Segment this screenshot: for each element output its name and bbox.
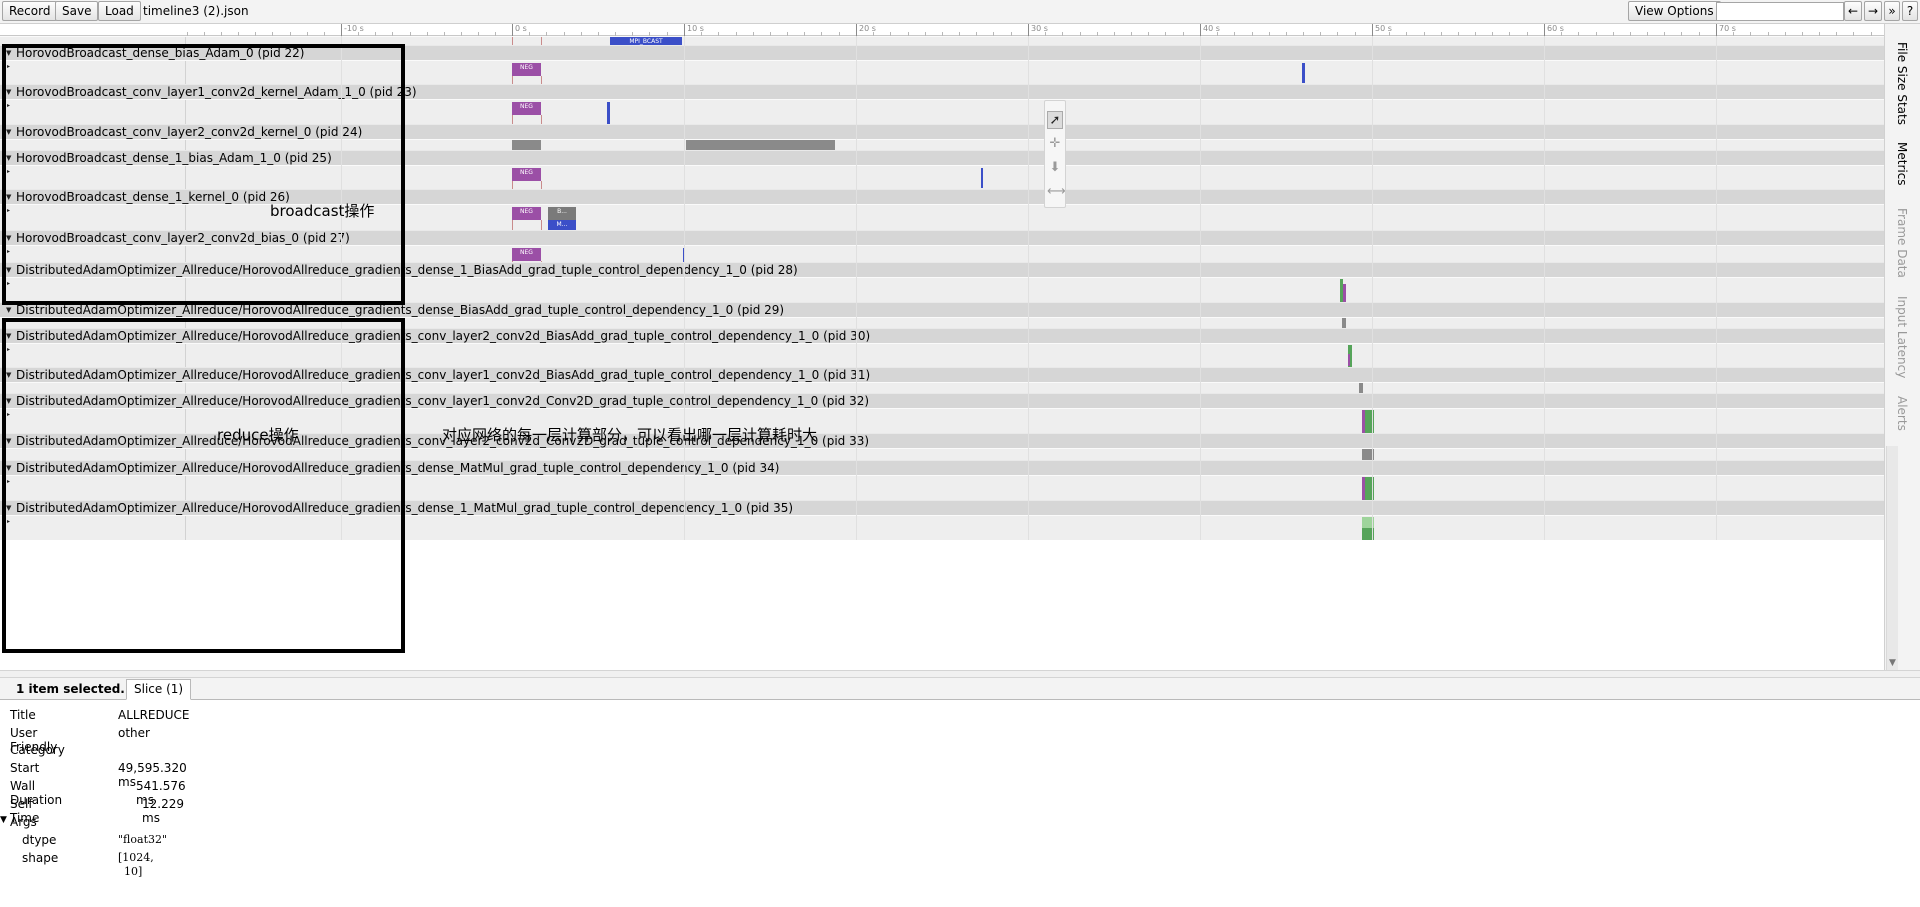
slice-neg[interactable]: NEG — [512, 63, 541, 76]
reduce-annotation-label: reduce操作 — [217, 426, 299, 444]
reduce-annotation-box — [2, 318, 405, 653]
slice-neg[interactable]: NEG — [512, 168, 541, 181]
side-tab-frame-data[interactable]: Frame Data — [1895, 208, 1909, 278]
more-button[interactable]: » — [1884, 1, 1900, 21]
ruler-tick — [1716, 24, 1717, 36]
selection-tool-icon[interactable]: ➚ — [1047, 111, 1063, 129]
scroll-down-arrow-icon[interactable]: ▼ — [1889, 658, 1896, 668]
broadcast-annotation-label: broadcast操作 — [270, 202, 375, 220]
grid-line — [684, 36, 685, 540]
side-tab-file-size-stats[interactable]: File Size Stats — [1895, 42, 1909, 125]
record-button[interactable]: Record — [2, 1, 58, 21]
slice-neg[interactable]: NEG — [512, 207, 541, 220]
pan-tool-icon[interactable]: ✛ — [1047, 135, 1063, 153]
ruler-tick-label: -10 s — [344, 24, 364, 33]
slice-neg[interactable]: NEG — [512, 248, 541, 261]
slice-allreduce[interactable] — [1343, 284, 1346, 302]
grid-line — [1372, 36, 1373, 540]
ruler-tick — [1544, 24, 1545, 36]
save-button[interactable]: Save — [55, 1, 99, 21]
ruler-tick — [1372, 24, 1373, 36]
prop-value: 10] — [124, 865, 143, 878]
slice-bcast[interactable] — [981, 168, 983, 188]
expand-triangle-icon[interactable]: ▼ — [0, 815, 7, 825]
find-next-button[interactable]: → — [1864, 1, 1882, 21]
ruler-tick — [856, 24, 857, 36]
side-tab-alerts[interactable]: Alerts — [1895, 396, 1909, 431]
prop-label: Start — [10, 761, 40, 775]
vertical-scrollbar[interactable] — [1886, 446, 1898, 670]
slice-neg[interactable]: NEG — [512, 102, 541, 115]
side-tab-metrics[interactable]: Metrics — [1895, 142, 1909, 186]
ruler-tick-label: 0 s — [515, 24, 527, 33]
mouse-mode-palette: ➚ ✛ ⬇ ⟷ — [1044, 100, 1066, 208]
slice-allreduce[interactable] — [1348, 354, 1350, 366]
grid-line — [1716, 36, 1717, 540]
prop-value[interactable]: ALLREDUCE — [118, 708, 189, 722]
ruler-tick — [1200, 24, 1201, 36]
prop-label: Args — [10, 815, 37, 829]
toolbar: Record Save Load timeline3 (2).json View… — [0, 0, 1920, 24]
prop-label: Title — [10, 708, 36, 722]
broadcast-annotation-box — [2, 44, 405, 305]
prop-label: dtype — [22, 833, 57, 847]
panel-splitter[interactable] — [0, 670, 1920, 678]
grid-line — [1544, 36, 1545, 540]
help-button[interactable]: ? — [1902, 1, 1918, 21]
search-input[interactable] — [1716, 2, 1844, 21]
analysis-tab-bar: 1 item selected. Slice (1) — [0, 678, 1920, 700]
tab-slice[interactable]: Slice (1) — [126, 679, 192, 700]
prop-value: "float32" — [118, 833, 168, 846]
prop-value: other — [118, 726, 150, 740]
prop-label: shape — [22, 851, 59, 865]
slice-allreduce[interactable] — [1362, 477, 1365, 500]
slice-bcast[interactable] — [1302, 63, 1305, 83]
grid-line — [856, 36, 857, 540]
prop-value: 12.229 ms — [142, 797, 184, 825]
slice-bcast[interactable] — [607, 102, 610, 124]
grid-line — [1028, 36, 1029, 540]
slice-mpi-bcast[interactable]: MPI_BCAST — [610, 37, 682, 45]
ruler-tick — [1028, 24, 1029, 36]
ruler-tick — [512, 24, 513, 36]
view-options-button[interactable]: View Options — [1628, 1, 1721, 21]
prop-value: [1024, — [118, 851, 154, 864]
zoom-tool-icon[interactable]: ⬇ — [1047, 159, 1063, 177]
grid-line — [1200, 36, 1201, 540]
ruler-tick — [684, 24, 685, 36]
process-title: DistributedAdamOptimizer_Allreduce/Horov… — [16, 303, 785, 317]
file-title: timeline3 (2).json — [143, 4, 249, 18]
side-tab-input-latency[interactable]: Input Latency — [1895, 296, 1909, 378]
time-ruler[interactable]: -10 s 0 s 10 s 20 s 30 s 40 s 50 s 60 s … — [0, 24, 1884, 36]
ruler-tick — [341, 24, 342, 36]
compute-annotation-label: 对应网络的每一层计算部分，可以看出哪一层计算耗时大 — [442, 426, 818, 444]
slice-b[interactable]: B... — [548, 207, 576, 220]
load-button[interactable]: Load — [98, 1, 141, 21]
selection-count: 1 item selected. — [16, 682, 125, 696]
find-previous-button[interactable]: ← — [1844, 1, 1862, 21]
timing-tool-icon[interactable]: ⟷ — [1047, 183, 1066, 201]
analysis-panel: 1 item selected. Slice (1) Title ALLREDU… — [0, 670, 1920, 907]
prop-label: Category — [10, 743, 65, 757]
collapse-triangle-icon[interactable]: ▼ — [6, 303, 11, 318]
